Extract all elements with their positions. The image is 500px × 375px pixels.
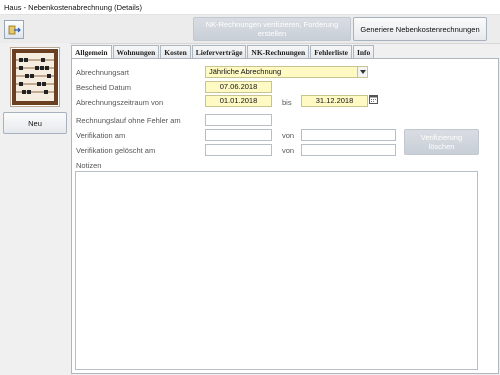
period-to-field[interactable]: 31.12.2018 (301, 95, 368, 107)
notes-textarea[interactable] (75, 171, 478, 370)
new-button[interactable]: Neu (3, 112, 67, 134)
verification-label: Verifikation am (76, 131, 126, 140)
toolbar: NK-Rechnungen verifizieren, Forderung er… (0, 15, 500, 44)
verification-deleted-field[interactable] (205, 144, 272, 156)
tab-nk-rechnungen[interactable]: NK-Rechnungen (247, 45, 310, 59)
billing-type-label: Abrechnungsart (76, 68, 129, 77)
notice-date-field[interactable]: 07.06.2018 (205, 81, 272, 93)
verify-invoices-button[interactable]: NK-Rechnungen verifizieren, Forderung er… (193, 17, 351, 41)
verification-by-label: von (282, 131, 295, 140)
verification-deleted-by-label: von (282, 146, 295, 155)
billing-type-select[interactable]: Jährliche Abrechnung (205, 66, 368, 78)
verification-deleted-label: Verifikation gelöscht am (76, 146, 156, 155)
period-from-field[interactable]: 01.01.2018 (205, 95, 272, 107)
tab-liefervertraege[interactable]: Lieferverträge (191, 45, 247, 59)
run-no-errors-field[interactable] (205, 114, 272, 126)
calendar-icon[interactable] (369, 95, 378, 104)
run-no-errors-label: Rechnungslauf ohne Fehler am (76, 116, 181, 125)
verification-by-field[interactable] (301, 129, 396, 141)
window-title: Haus - Nebenkostenabrechnung (Details) (0, 0, 500, 15)
notes-label: Notizen (76, 161, 102, 170)
chevron-down-icon[interactable] (357, 67, 367, 77)
tab-info[interactable]: Info (352, 45, 375, 59)
abacus-icon (10, 47, 60, 107)
verification-deleted-by-field[interactable] (301, 144, 396, 156)
period-to-label: bis (282, 98, 292, 107)
tab-fehlerliste[interactable]: Fehlerliste (310, 45, 352, 59)
billing-type-value: Jährliche Abrechnung (209, 67, 282, 76)
generate-invoices-button[interactable]: Generiere Nebenkostenrechnungen (353, 17, 487, 41)
delete-verification-button[interactable]: Verifizierung löschen (404, 129, 479, 155)
tab-bar: Allgemein Wohnungen Kosten Lieferverträg… (71, 45, 375, 60)
tab-kosten[interactable]: Kosten (160, 45, 191, 59)
form-exit-icon[interactable] (4, 20, 24, 39)
period-label: Abrechnungszeitraum von (76, 98, 164, 107)
tab-wohnungen[interactable]: Wohnungen (112, 45, 160, 59)
notice-date-label: Bescheid Datum (76, 83, 132, 92)
verification-field[interactable] (205, 129, 272, 141)
